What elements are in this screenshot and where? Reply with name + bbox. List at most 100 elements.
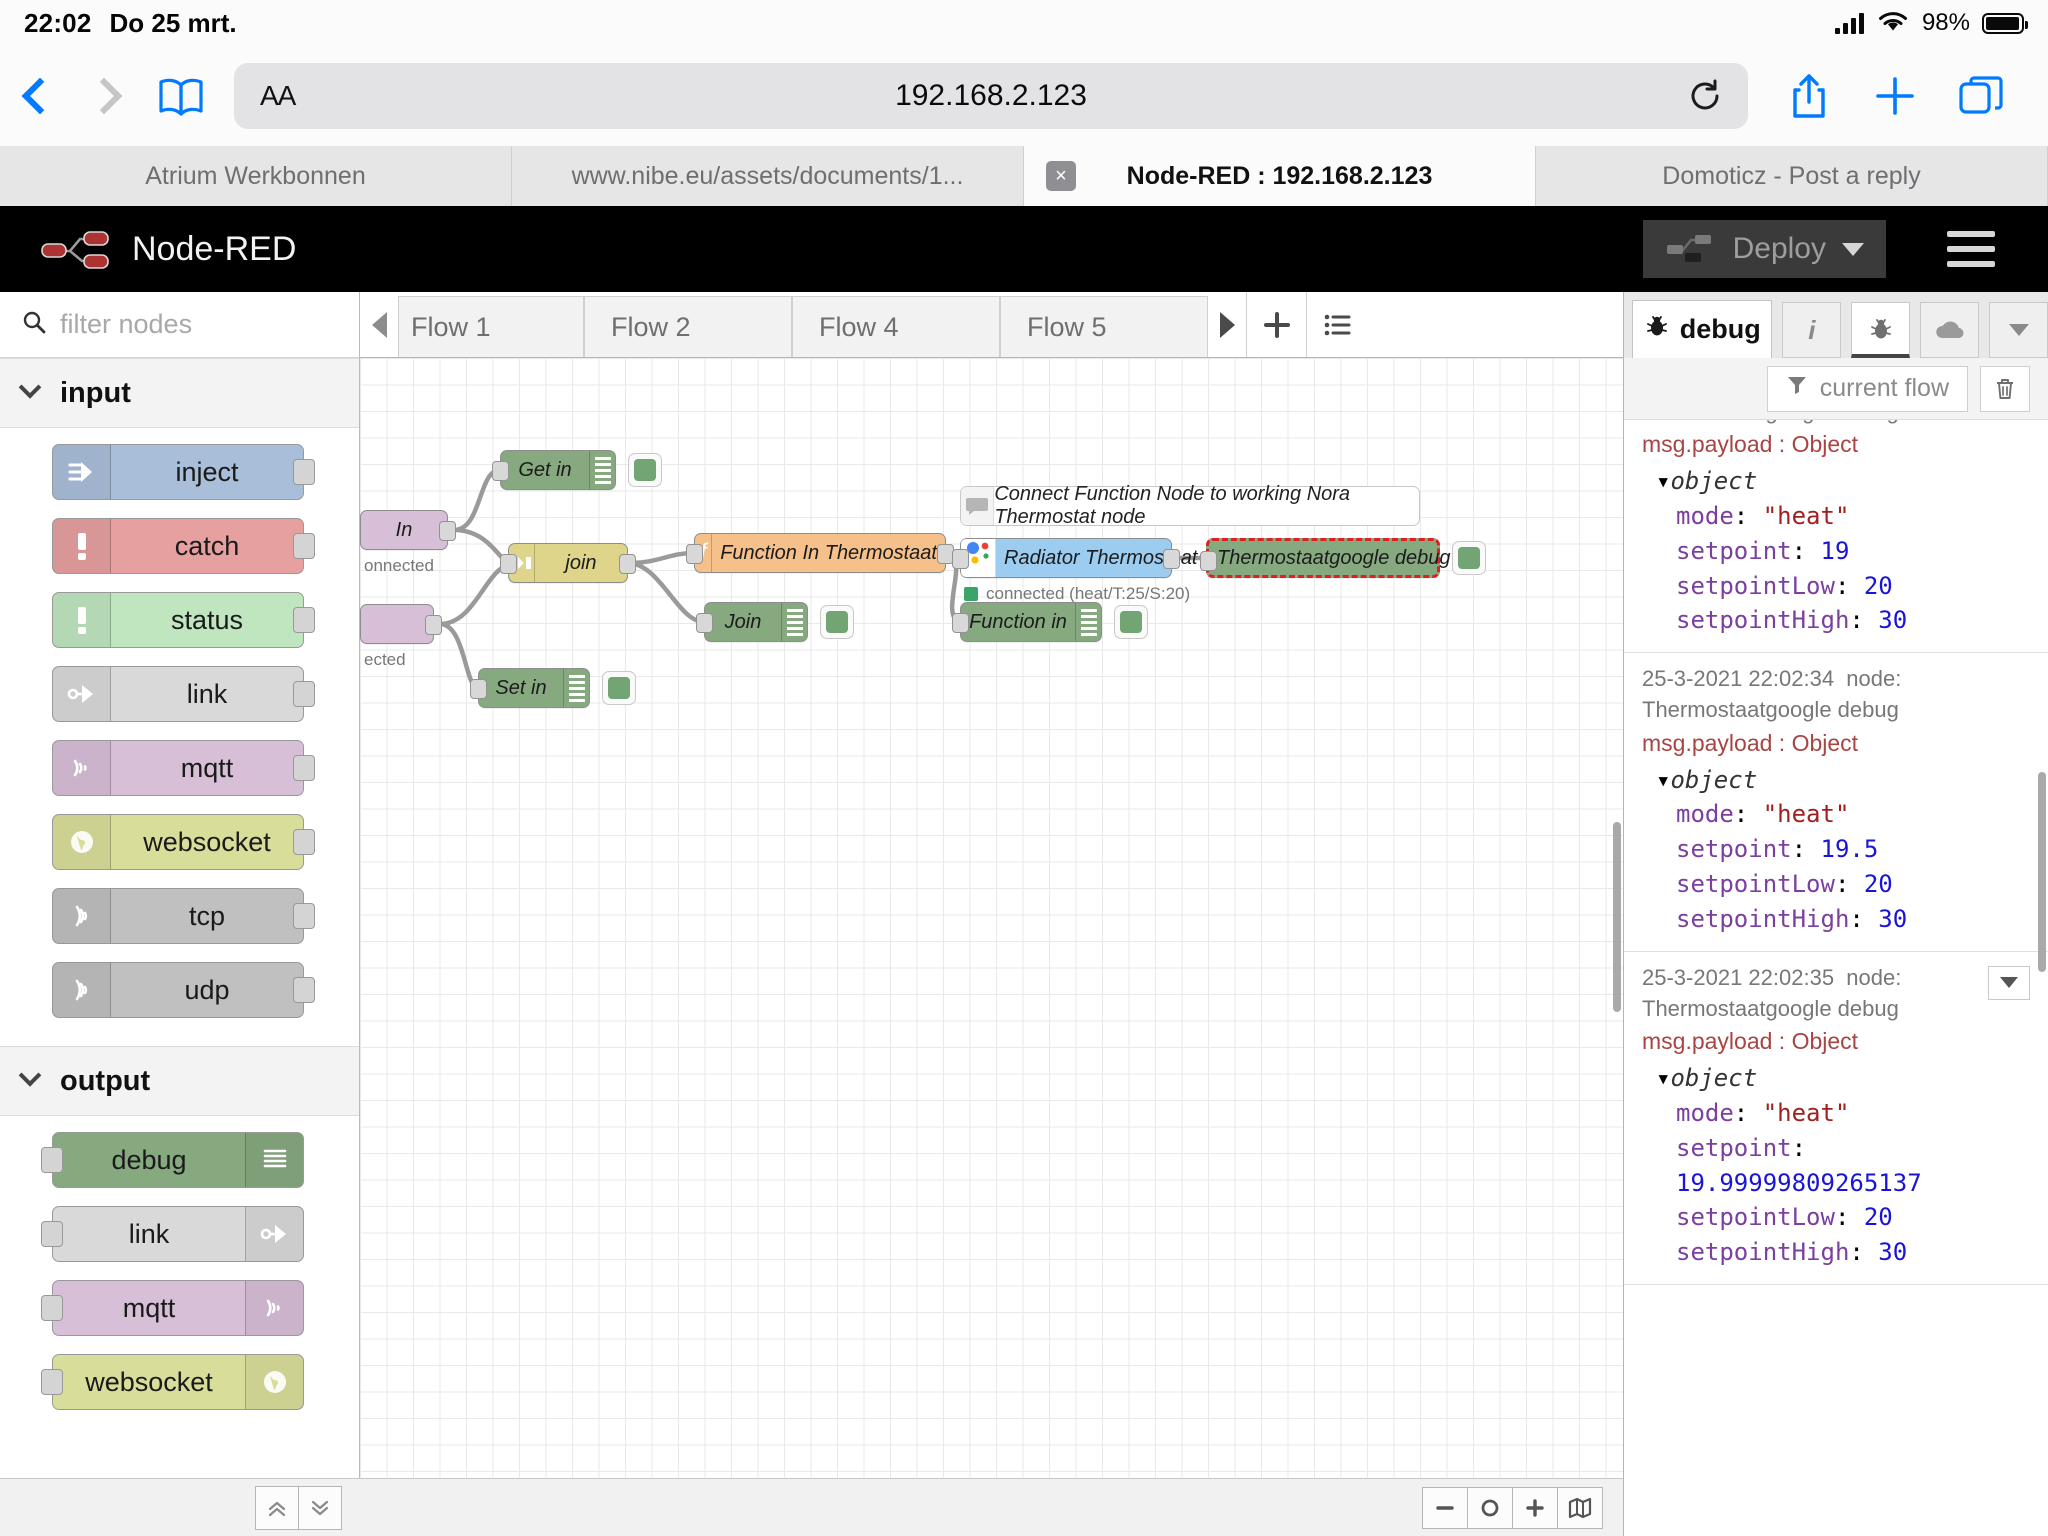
- node-port-out[interactable]: [293, 681, 315, 707]
- debug-message[interactable]: 25-3-2021 22:02:34 node: Thermostaatgoogl…: [1624, 653, 2048, 952]
- node-port-in[interactable]: [1200, 551, 1217, 571]
- node-port-out[interactable]: [619, 554, 636, 574]
- tab-overview-button[interactable]: [1938, 60, 2024, 132]
- flow-tab-flow-2[interactable]: Flow 2: [584, 296, 792, 357]
- zoom-out-icon[interactable]: [1422, 1486, 1468, 1529]
- debug-message-menu-button[interactable]: [1988, 965, 2030, 1000]
- browser-tab[interactable]: Atrium Werkbonnen: [0, 146, 512, 206]
- palette-node-link[interactable]: link: [41, 1206, 304, 1262]
- add-flow-button[interactable]: [1246, 292, 1306, 357]
- node-port-in[interactable]: [41, 1147, 63, 1173]
- node-port-out[interactable]: [439, 521, 456, 541]
- flow-node-radiator-thermostaat[interactable]: Radiator Thermostaat: [952, 538, 1197, 578]
- clear-debug-button[interactable]: [1980, 365, 2030, 412]
- debug-message[interactable]: Thermostaatgoogle debug msg.payload : Obj…: [1624, 420, 2048, 654]
- node-port-in[interactable]: [686, 544, 703, 564]
- palette-node-status[interactable]: status: [52, 592, 315, 648]
- palette-node-link[interactable]: link: [52, 666, 315, 722]
- scroll-tabs-left-button[interactable]: [360, 292, 398, 357]
- tab-debug[interactable]: debug: [1632, 300, 1773, 358]
- zoom-in-icon[interactable]: [1512, 1486, 1558, 1529]
- node-port-out[interactable]: [1163, 549, 1180, 569]
- bug-icon-button[interactable]: [1851, 302, 1911, 358]
- flow-node-join-debug[interactable]: Join: [696, 602, 808, 642]
- debug-node-toggle-button[interactable]: [628, 453, 662, 487]
- cloud-icon[interactable]: [1920, 302, 1980, 358]
- node-port-in[interactable]: [696, 613, 713, 633]
- palette-node-debug[interactable]: debug: [41, 1132, 304, 1188]
- object-toggle-row[interactable]: ▾object: [1642, 1061, 2030, 1096]
- palette-category-input[interactable]: input: [0, 358, 359, 428]
- flow-node-function-in[interactable]: Function in: [952, 602, 1102, 642]
- node-port-out[interactable]: [293, 607, 315, 633]
- palette-node-websocket[interactable]: websocket: [41, 1354, 304, 1410]
- forward-button[interactable]: [72, 60, 144, 132]
- navigator-icon[interactable]: [1557, 1486, 1603, 1529]
- collapse-all-icon[interactable]: [255, 1485, 299, 1530]
- chevron-down-icon[interactable]: [1989, 302, 2048, 358]
- node-port-out[interactable]: [293, 829, 315, 855]
- node-port-out[interactable]: [293, 977, 315, 1003]
- debug-node-toggle-button[interactable]: [820, 605, 854, 639]
- node-port-in[interactable]: [492, 461, 509, 481]
- debug-message-list[interactable]: Thermostaatgoogle debug msg.payload : Obj…: [1624, 420, 2048, 1536]
- browser-tab[interactable]: × Node-RED : 192.168.2.123: [1024, 146, 1536, 206]
- share-button[interactable]: [1766, 60, 1852, 132]
- object-toggle-row[interactable]: ▾object: [1642, 464, 2030, 499]
- node-port-in[interactable]: [952, 613, 969, 633]
- debug-scrollbar[interactable]: [2038, 772, 2046, 972]
- canvas-scrollbar[interactable]: [1613, 822, 1621, 1012]
- list-flows-button[interactable]: [1306, 292, 1366, 357]
- node-port-out[interactable]: [293, 903, 315, 929]
- node-port-out[interactable]: [293, 755, 315, 781]
- comment-node[interactable]: Connect Function Node to working Nora Th…: [960, 483, 1420, 528]
- debug-message[interactable]: 25-3-2021 22:02:35 node: Thermostaatgoogl…: [1624, 952, 2048, 1285]
- zoom-reset-icon[interactable]: [1467, 1486, 1513, 1529]
- info-icon[interactable]: i: [1782, 302, 1842, 358]
- node-port-in[interactable]: [41, 1221, 63, 1247]
- main-menu-button[interactable]: [1916, 231, 2026, 267]
- reload-button[interactable]: [1688, 79, 1722, 113]
- palette-node-websocket[interactable]: websocket: [52, 814, 315, 870]
- palette-node-mqtt[interactable]: mqtt: [52, 740, 315, 796]
- flow-node-thermostaatgoogle-debug[interactable]: Thermostaatgoogle debug: [1200, 538, 1476, 578]
- palette-node-catch[interactable]: catch: [52, 518, 315, 574]
- flow-tab-flow-1[interactable]: Flow 1: [398, 296, 584, 357]
- palette-node-inject[interactable]: inject: [52, 444, 315, 500]
- node-port-in[interactable]: [41, 1369, 63, 1395]
- palette-node-udp[interactable]: udp: [52, 962, 315, 1018]
- palette-node-mqtt[interactable]: mqtt: [41, 1280, 304, 1336]
- flow-node-function-in-thermostaat[interactable]: f Function In Thermostaat: [686, 533, 954, 573]
- node-port-out[interactable]: [425, 615, 442, 635]
- expand-all-icon[interactable]: [298, 1485, 342, 1530]
- scroll-tabs-right-button[interactable]: [1208, 292, 1246, 357]
- back-button[interactable]: [0, 60, 72, 132]
- node-port-in[interactable]: [500, 554, 517, 574]
- chevron-down-icon[interactable]: [1842, 242, 1864, 256]
- browser-tab[interactable]: Domoticz - Post a reply: [1536, 146, 2048, 206]
- palette-node-tcp[interactable]: tcp: [52, 888, 315, 944]
- node-port-in[interactable]: [470, 679, 487, 699]
- palette-category-output[interactable]: output: [0, 1046, 359, 1116]
- flow-tab-flow-4[interactable]: Flow 4: [792, 296, 1000, 357]
- node-port-in[interactable]: [952, 549, 969, 569]
- debug-node-toggle-button[interactable]: [1452, 541, 1486, 575]
- deploy-button[interactable]: Deploy: [1642, 220, 1886, 278]
- node-port-out[interactable]: [293, 459, 315, 485]
- bookmarks-button[interactable]: [144, 60, 216, 132]
- flow-node-get-in[interactable]: Get in: [492, 450, 616, 490]
- flow-node-in-top[interactable]: In: [360, 510, 456, 550]
- node-port-in[interactable]: [41, 1295, 63, 1321]
- flow-node-set-in[interactable]: Set in: [470, 668, 590, 708]
- close-icon[interactable]: ×: [1046, 161, 1076, 191]
- flow-node-in-bottom[interactable]: [360, 604, 442, 644]
- debug-filter-button[interactable]: current flow: [1766, 365, 1968, 412]
- node-port-out[interactable]: [293, 533, 315, 559]
- palette-filter-row[interactable]: filter nodes: [0, 292, 359, 358]
- flow-node-join-yellow[interactable]: join: [500, 543, 636, 583]
- object-toggle-row[interactable]: ▾object: [1642, 763, 2030, 798]
- new-tab-button[interactable]: [1852, 60, 1938, 132]
- flow-canvas[interactable]: Connect Function Node to working Nora Th…: [360, 358, 1623, 1478]
- address-bar[interactable]: AA 192.168.2.123: [234, 63, 1748, 129]
- debug-node-toggle-button[interactable]: [602, 671, 636, 705]
